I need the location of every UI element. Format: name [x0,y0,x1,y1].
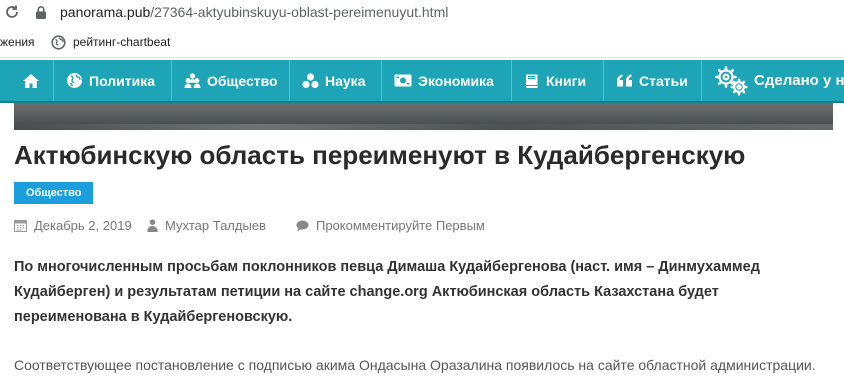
nav-item-politics[interactable]: Политика [54,60,172,101]
nav-item-label: Сделано у на [754,72,844,89]
nav-item-label: Наука [325,72,366,89]
people-icon [184,73,201,88]
article-comments-text: Прокомментируйте Первым [316,218,485,233]
bookmark-item[interactable]: рейтинг-chartbeat [73,35,170,49]
lock-icon[interactable] [34,5,48,20]
globe-icon [51,35,66,50]
bookmarks-bar: жения рейтинг-chartbeat [0,28,844,58]
nav-item-books[interactable]: Книги [512,60,604,101]
nav-item-label: Экономика [418,72,494,89]
article-author-text: Мухтар Талдыев [165,218,266,233]
url-field[interactable]: panorama.pub/27364-aktyubinskuyu-oblast-… [60,4,448,20]
article-body: Соответствующее постановление с подписью… [14,357,816,373]
atom-icon [302,72,319,88]
reload-icon[interactable] [4,4,20,20]
article-lead: По многочисленным просьбам поклонников п… [14,259,760,325]
article-hero-image [14,103,833,130]
comment-icon [296,220,309,231]
article-title: Актюбинскую область переименуют в Кудайб… [14,140,746,170]
home-icon [22,73,39,88]
nav-item-label: Политика [89,72,156,89]
calendar-icon [14,220,27,232]
nav-item-articles[interactable]: Статьи [604,60,702,101]
book-icon [526,74,538,88]
nav-item-economy[interactable]: Экономика [382,60,512,101]
address-bar: panorama.pub/27364-aktyubinskuyu-oblast-… [0,0,844,28]
article-date-text: Декабрь 2, 2019 [34,218,132,233]
gears-icon [715,65,748,95]
nav-item-science[interactable]: Наука [290,60,382,101]
article-date: Декабрь 2, 2019 [14,218,132,233]
main-navigation: Политика Общество Наука Экономика Книги … [0,60,844,103]
category-badge[interactable]: Общество [14,182,94,204]
url-host: panorama.pub [60,4,151,20]
nav-item-label: Общество [207,72,278,89]
nav-item-label: Статьи [639,72,688,89]
nav-item-label: Книги [546,72,587,89]
quote-icon [617,74,632,87]
bookmark-item[interactable]: жения [0,35,35,49]
nav-item-society[interactable]: Общество [172,60,290,101]
globe-icon [67,73,82,88]
article-comments-link[interactable]: Прокомментируйте Первым [296,218,485,233]
url-path: /27364-aktyubinskuyu-oblast-pereimenuyut… [150,4,449,20]
article-author[interactable]: Мухтар Талдыев [147,218,266,233]
nav-home[interactable] [14,60,54,101]
nav-item-made-here[interactable]: Сделано у на [702,60,844,101]
money-icon [394,74,412,87]
user-icon [147,219,158,232]
